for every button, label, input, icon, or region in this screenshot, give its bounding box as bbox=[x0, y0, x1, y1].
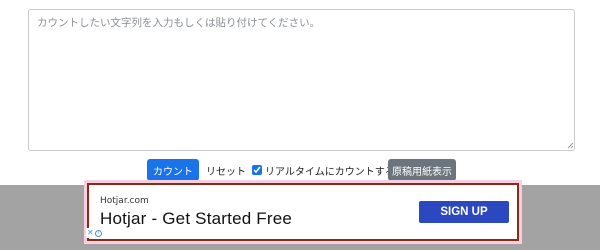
control-bar: カウント リセット リアルタイムにカウントする 原稿用紙表示 bbox=[0, 159, 600, 181]
count-button[interactable]: カウント bbox=[147, 159, 199, 181]
ad-domain: Hotjar.com bbox=[100, 196, 149, 206]
manuscript-view-button[interactable]: 原稿用紙表示 bbox=[388, 159, 456, 181]
ad-choices-badge[interactable]: ✕ i bbox=[86, 228, 104, 238]
realtime-checkbox[interactable] bbox=[252, 165, 262, 175]
ad-close-icon[interactable]: ✕ bbox=[87, 228, 94, 238]
realtime-label: リアルタイムにカウントする bbox=[265, 166, 395, 178]
text-input-area[interactable] bbox=[28, 9, 575, 151]
resize-handle-icon[interactable] bbox=[566, 141, 574, 149]
reset-button[interactable]: リセット bbox=[203, 159, 249, 181]
realtime-option[interactable]: リアルタイムにカウントする bbox=[252, 163, 395, 178]
ad-banner[interactable]: Hotjar.com Hotjar - Get Started Free SIG… bbox=[87, 183, 519, 241]
ad-info-icon[interactable]: i bbox=[94, 229, 102, 237]
ad-headline[interactable]: Hotjar - Get Started Free bbox=[100, 209, 292, 229]
ad-signup-button[interactable]: SIGN UP bbox=[419, 201, 509, 223]
